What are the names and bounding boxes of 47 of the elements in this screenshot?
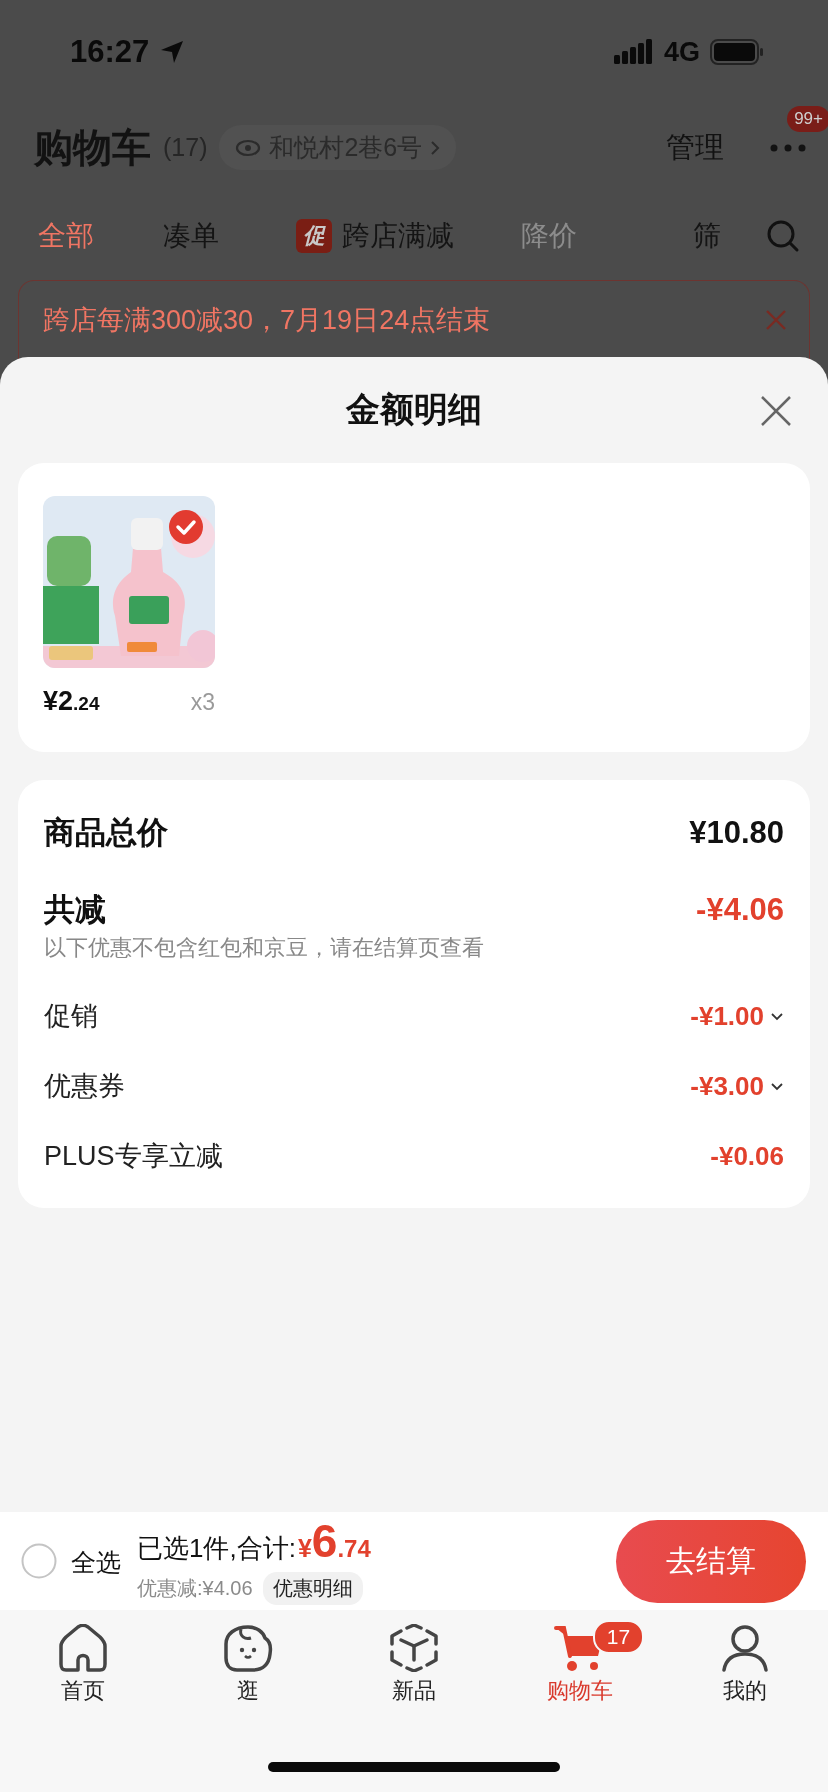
signal-icon <box>613 39 654 65</box>
status-time: 16:27 <box>70 34 150 70</box>
selected-total: 已选1件,合计:¥6.74 <box>137 1513 372 1568</box>
chevron-right-icon <box>430 139 441 156</box>
discount-label: 共减 <box>44 891 106 929</box>
discount-value: -¥4.06 <box>696 892 784 928</box>
home-icon <box>57 1624 108 1672</box>
chevron-down-icon[interactable] <box>770 1081 784 1091</box>
discount-item-label: PLUS专享立减 <box>44 1140 223 1173</box>
product-price: ¥2.24 <box>43 686 100 717</box>
discount-item-value: -¥0.06 <box>710 1140 784 1172</box>
sheet-title: 金额明细 <box>346 389 482 430</box>
page-title: 购物车 <box>34 124 151 171</box>
chevron-down-icon[interactable] <box>770 1011 784 1021</box>
tab-bar-item[interactable]: 新品 <box>331 1624 497 1706</box>
filter-tab[interactable]: 全部 <box>38 217 163 255</box>
tab-bar-item[interactable]: 首页 <box>0 1624 166 1706</box>
battery-icon <box>710 39 764 65</box>
location-arrow-icon <box>159 39 186 65</box>
discount-note: 以下优惠不包含红包和京豆，请在结算页查看 <box>44 934 485 962</box>
notification-badge: 99+ <box>787 105 828 132</box>
select-all-label: 全选 <box>71 1546 121 1578</box>
network-label: 4G <box>663 36 700 68</box>
search-icon[interactable] <box>766 219 800 253</box>
blob-face-icon <box>223 1624 274 1672</box>
more-icon[interactable] <box>770 143 806 152</box>
filter-tab[interactable]: 促 跨店满减 <box>296 217 521 255</box>
tab-bar-item[interactable]: 逛 <box>165 1624 332 1706</box>
close-icon[interactable] <box>760 395 792 427</box>
product-quantity: x3 <box>190 689 215 716</box>
cube-icon <box>389 1624 439 1672</box>
tab-bar-item[interactable]: 我的 <box>662 1624 828 1706</box>
eye-icon <box>235 138 262 157</box>
cart-count-badge: 17 <box>592 1620 645 1654</box>
promo-text: 跨店每满300减30，7月19日24点结束 <box>43 304 491 337</box>
total-label: 商品总价 <box>44 814 168 852</box>
discount-item-value: -¥1.00 <box>690 1000 764 1032</box>
total-value: ¥10.80 <box>689 815 784 851</box>
discount-item-value: -¥3.00 <box>690 1070 764 1102</box>
promo-badge: 促 <box>296 219 332 253</box>
discount-item-label: 优惠券 <box>44 1070 125 1103</box>
checkbox[interactable] <box>21 1543 57 1579</box>
person-icon <box>720 1624 771 1672</box>
checkout-button[interactable]: 去结算 <box>616 1519 806 1603</box>
discount-item-label: 促销 <box>44 1000 98 1033</box>
discount-details-button[interactable]: 优惠明细 <box>262 1571 363 1605</box>
discount-summary: 优惠减:¥4.06 <box>137 1575 253 1601</box>
